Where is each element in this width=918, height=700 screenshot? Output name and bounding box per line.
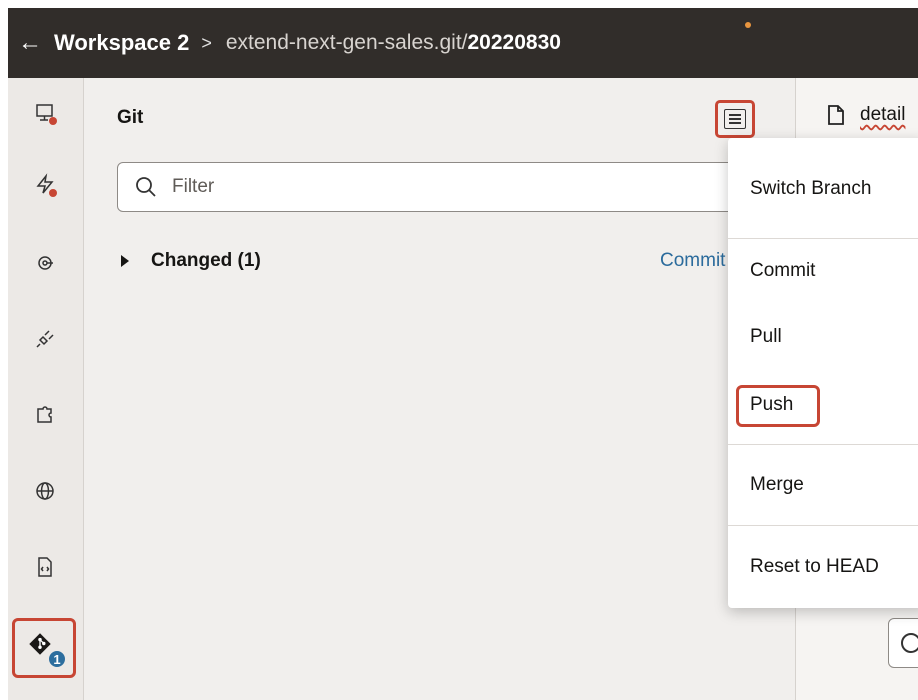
menu-item-reset-to-head[interactable]: Reset to HEAD <box>750 556 879 578</box>
code-file-icon[interactable] <box>20 542 70 592</box>
panel-title: Git <box>117 107 144 128</box>
repo-path[interactable]: extend-next-gen-sales.git/20220830 <box>226 31 561 55</box>
unsaved-indicator-dot <box>745 22 751 28</box>
menu-item-commit[interactable]: Commit <box>750 260 815 282</box>
branch-name: 20220830 <box>467 31 561 54</box>
changed-label: Changed (1) <box>151 250 261 271</box>
expand-caret-icon <box>121 255 129 267</box>
editor-search-box[interactable] <box>888 618 918 668</box>
menu-divider <box>728 525 918 526</box>
changed-group-toggle[interactable]: Changed (1) <box>121 250 261 272</box>
menu-item-merge[interactable]: Merge <box>750 474 804 496</box>
menu-item-switch-branch[interactable]: Switch Branch <box>750 178 871 200</box>
filter-input[interactable] <box>172 176 672 198</box>
git-rail-button[interactable]: 1 <box>12 618 76 678</box>
document-icon <box>828 105 844 125</box>
service-connection-icon[interactable] <box>20 238 70 288</box>
activity-rail: 1 <box>8 78 84 700</box>
menu-item-push[interactable]: Push <box>750 394 793 416</box>
search-icon <box>136 177 156 197</box>
menu-divider <box>728 238 918 239</box>
puzzle-icon[interactable] <box>20 390 70 440</box>
app-window: ← Workspace 2 > extend-next-gen-sales.gi… <box>8 8 918 700</box>
back-arrow-icon[interactable]: ← <box>18 29 54 57</box>
error-dot <box>49 117 57 125</box>
menu-item-pull[interactable]: Pull <box>750 326 782 348</box>
monitor-icon[interactable] <box>20 88 70 138</box>
menu-divider <box>728 444 918 445</box>
globe-icon[interactable] <box>20 466 70 516</box>
git-menu-button[interactable] <box>715 100 755 138</box>
editor-tab-label: detail <box>860 104 906 125</box>
header-bar: ← Workspace 2 > extend-next-gen-sales.gi… <box>8 8 918 78</box>
breadcrumb-separator: > <box>201 32 212 53</box>
git-actions-menu: Switch Branch Commit Pull Push Merge Res… <box>728 138 918 608</box>
hamburger-icon <box>724 109 746 129</box>
workspace-link[interactable]: Workspace 2 <box>54 30 189 56</box>
error-dot <box>49 189 57 197</box>
filter-field[interactable] <box>117 162 757 212</box>
editor-tab-detail[interactable]: detail <box>826 104 905 126</box>
git-changes-badge: 1 <box>47 649 67 669</box>
git-panel: Git Changed (1) Commit ... <box>85 78 795 700</box>
lightning-icon[interactable] <box>20 160 70 210</box>
plug-icon[interactable] <box>20 314 70 364</box>
